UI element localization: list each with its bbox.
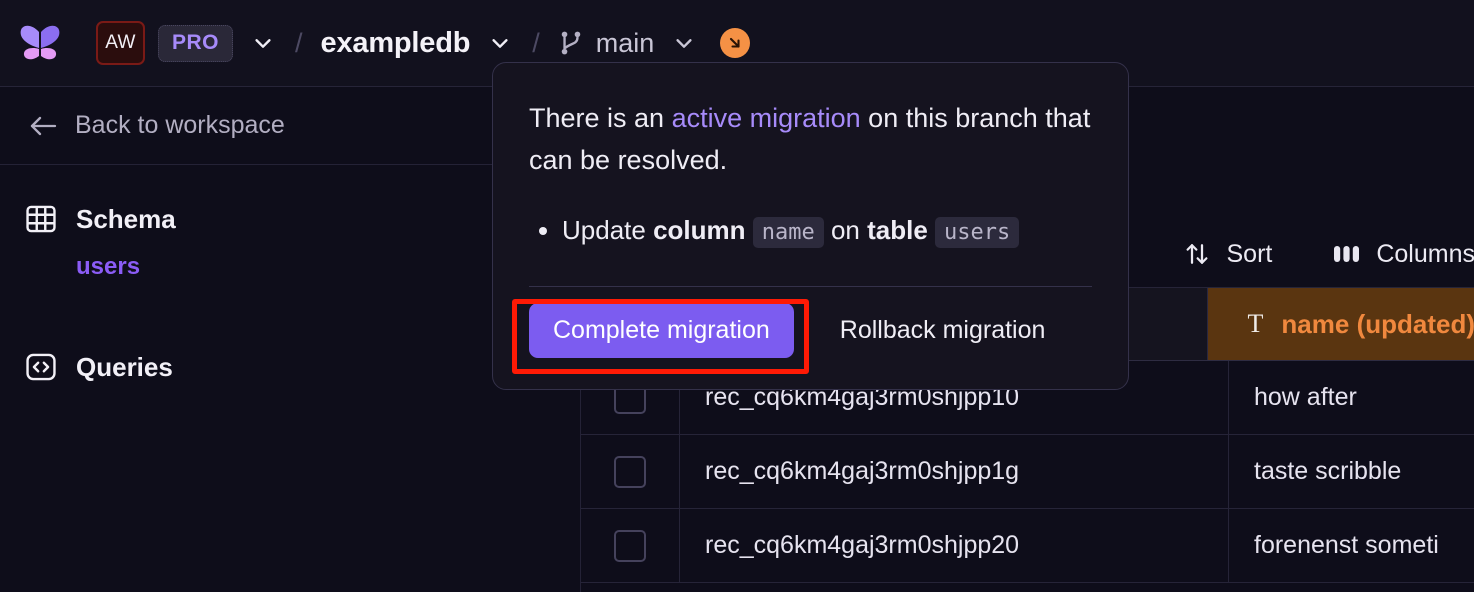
breadcrumb-separator-1: /	[295, 27, 303, 58]
database-chevron-down-icon[interactable]	[486, 29, 514, 57]
arrow-left-icon	[28, 114, 58, 138]
sidebar-section-label-schema: Schema	[76, 203, 176, 234]
header-cell-name[interactable]: T name (updated)	[1207, 288, 1474, 360]
columns-button[interactable]: Columns	[1332, 239, 1474, 269]
row-checkbox[interactable]	[614, 455, 646, 488]
popover-actions: Complete migration Rollback migration	[529, 303, 1092, 359]
popover-message: There is an active migration on this bra…	[529, 97, 1092, 181]
sort-label: Sort	[1226, 239, 1273, 268]
cell-name[interactable]: forenenst someti	[1229, 509, 1474, 582]
cell-record-id[interactable]: rec_cq6km4gaj3rm0shjpp1g	[680, 435, 1229, 508]
text-type-icon: T	[1247, 309, 1264, 338]
database-name[interactable]: exampledb	[321, 27, 471, 60]
app-root: AW PRO / exampledb / main Back to worksp…	[0, 0, 1474, 592]
branch-chevron-down-icon[interactable]	[670, 29, 698, 57]
plan-badge[interactable]: PRO	[158, 24, 234, 62]
migration-indicator-badge[interactable]	[720, 28, 751, 58]
row-checkbox-cell[interactable]	[581, 435, 680, 508]
back-to-workspace-label: Back to workspace	[75, 111, 285, 139]
org-badge[interactable]: AW	[96, 21, 145, 65]
git-branch-icon	[558, 29, 584, 57]
sidebar-section-label-queries: Queries	[76, 351, 173, 382]
breadcrumb-separator-2: /	[532, 27, 540, 58]
change-kind-table: table	[867, 215, 928, 246]
columns-label: Columns	[1376, 239, 1474, 268]
table-grid-icon	[24, 202, 58, 236]
complete-migration-button[interactable]: Complete migration	[529, 303, 794, 359]
sort-button[interactable]: Sort	[1182, 239, 1272, 269]
cell-name[interactable]: taste scribble	[1229, 435, 1474, 508]
change-kind-column: column	[653, 215, 746, 246]
header-cell-name-label: name (updated)	[1281, 308, 1474, 339]
migration-change-list: Update column name on table users	[529, 211, 1092, 250]
cell-name[interactable]: how after	[1229, 361, 1474, 434]
org-chevron-down-icon[interactable]	[249, 29, 277, 57]
butterfly-logo[interactable]	[18, 23, 62, 63]
popover-divider	[529, 286, 1092, 288]
code-brackets-icon	[24, 350, 58, 384]
change-action: Update	[562, 215, 654, 246]
table-name-code: users	[935, 217, 1020, 249]
row-checkbox-cell[interactable]	[581, 509, 680, 582]
active-migration-popover: There is an active migration on this bra…	[492, 62, 1129, 390]
active-migration-link[interactable]: active migration	[672, 103, 861, 133]
rollback-migration-button[interactable]: Rollback migration	[816, 303, 1070, 358]
column-name-code: name	[752, 217, 824, 249]
columns-icon	[1332, 239, 1362, 269]
list-item: Update column name on table users	[562, 211, 1092, 250]
branch-name[interactable]: main	[596, 28, 655, 59]
cell-record-id[interactable]: rec_cq6km4gaj3rm0shjpp20	[680, 509, 1229, 582]
popover-message-pre: There is an	[529, 103, 672, 133]
table-row[interactable]: rec_cq6km4gaj3rm0shjpp20 forenenst somet…	[581, 509, 1474, 583]
change-mid: on	[823, 215, 868, 246]
sort-arrows-icon	[1182, 239, 1212, 269]
row-checkbox[interactable]	[614, 529, 646, 562]
table-row[interactable]: rec_cq6km4gaj3rm0shjpp1g taste scribble	[581, 435, 1474, 509]
